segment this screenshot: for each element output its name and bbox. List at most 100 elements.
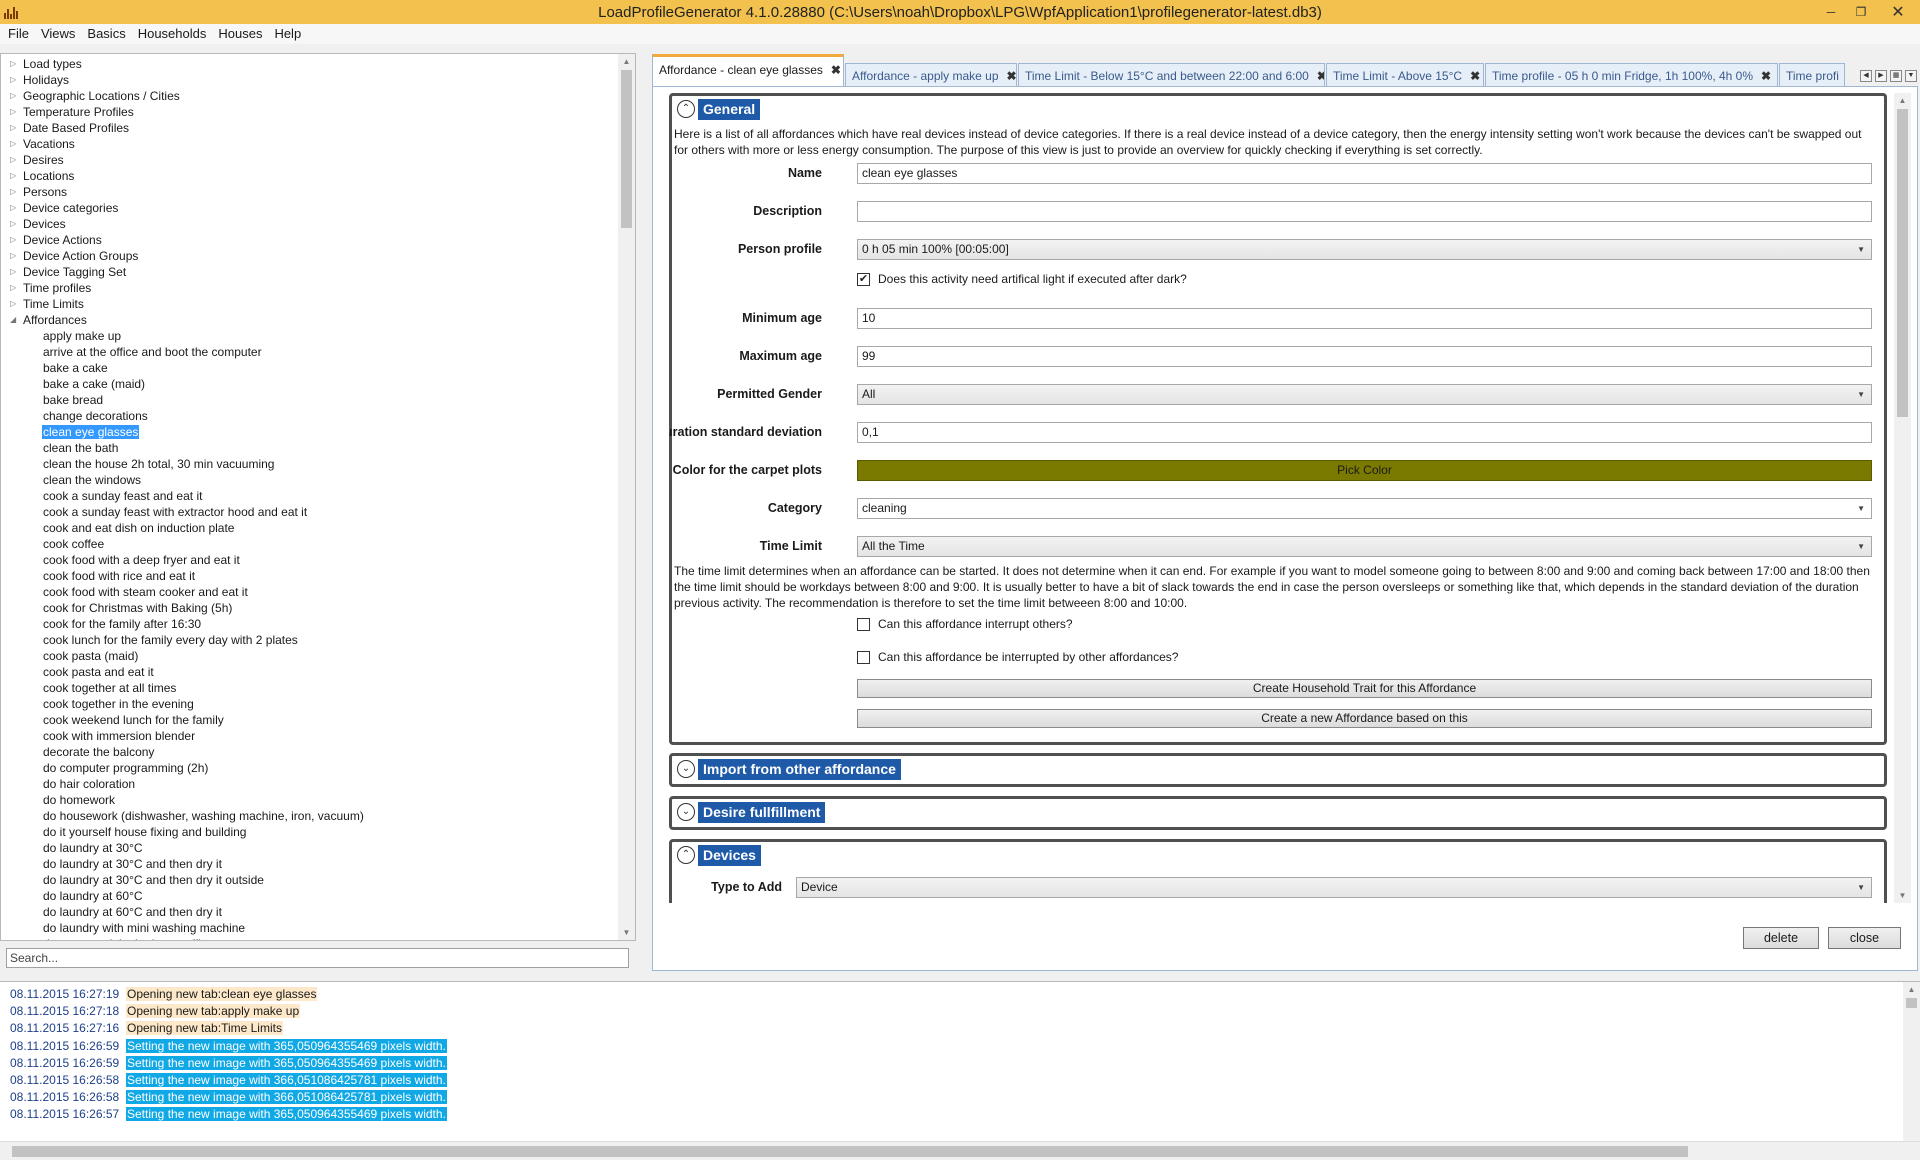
- tree-affordance-item[interactable]: cook a sunday feast with extractor hood …: [1, 504, 618, 520]
- interruptible-checkbox-row[interactable]: Can this affordance be interrupted by ot…: [857, 649, 1178, 665]
- menu-views[interactable]: Views: [35, 24, 81, 44]
- tree-affordance-item[interactable]: decorate the balcony: [1, 744, 618, 760]
- collapsed-arrow-icon[interactable]: ▷: [10, 216, 20, 232]
- tree-affordance-item[interactable]: cook food with a deep fryer and eat it: [1, 552, 618, 568]
- tab-affordance-apply-make-up[interactable]: Affordance - apply make up ✖: [845, 63, 1017, 87]
- tree-affordance-item[interactable]: do homework: [1, 792, 618, 808]
- tree-category[interactable]: ▷ Time profiles: [1, 280, 618, 296]
- interrupt-others-checkbox[interactable]: [857, 617, 870, 631]
- tab-affordance-clean-eye-glasses[interactable]: Affordance - clean eye glasses ✖: [652, 54, 844, 87]
- tree-category[interactable]: ▷ Device categories: [1, 200, 618, 216]
- tree-affordance-item[interactable]: clean eye glasses: [1, 424, 618, 440]
- restore-icon[interactable]: ❐: [1846, 0, 1876, 24]
- tree-scrollbar[interactable]: ▲ ▼: [618, 54, 635, 940]
- interrupt-others-checkbox-row[interactable]: Can this affordance interrupt others?: [857, 616, 1073, 632]
- close-tab-icon[interactable]: ✖: [1761, 69, 1771, 83]
- tree-affordance-item[interactable]: cook a sunday feast and eat it: [1, 488, 618, 504]
- collapsed-arrow-icon[interactable]: ▷: [10, 264, 20, 280]
- log-scrollbar[interactable]: ▲: [1903, 982, 1920, 1141]
- collapsed-arrow-icon[interactable]: ▷: [10, 248, 20, 264]
- scroll-down-icon[interactable]: ▼: [618, 925, 635, 940]
- collapsed-arrow-icon[interactable]: ▷: [10, 72, 20, 88]
- tree-affordance-item[interactable]: cook coffee: [1, 536, 618, 552]
- type-to-add-select[interactable]: Device ▼: [796, 877, 1872, 898]
- tree-affordance-item[interactable]: clean the windows: [1, 472, 618, 488]
- maximum-age-input[interactable]: 99: [857, 346, 1872, 367]
- tree-affordance-item[interactable]: do laundry with mini washing machine: [1, 920, 618, 936]
- tab-list-icon[interactable]: ▦: [1890, 70, 1902, 82]
- expanded-arrow-icon[interactable]: ◢: [10, 312, 20, 328]
- tree-category[interactable]: ▷ Vacations: [1, 136, 618, 152]
- menu-basics[interactable]: Basics: [81, 24, 131, 44]
- tab-scroll-right-icon[interactable]: ▶: [1875, 70, 1887, 82]
- tree-scroll-thumb[interactable]: [621, 70, 632, 228]
- category-select[interactable]: cleaning ▼: [857, 498, 1872, 519]
- artificial-light-checkbox-row[interactable]: ✔ Does this activity need artifical ligh…: [857, 271, 1187, 287]
- scroll-down-icon[interactable]: ▼: [1894, 888, 1911, 903]
- tree-affordance-item[interactable]: apply make up: [1, 328, 618, 344]
- create-household-trait-button[interactable]: Create Household Trait for this Affordan…: [857, 679, 1872, 698]
- collapse-icon[interactable]: ⌃: [677, 846, 695, 864]
- expand-icon[interactable]: ⌄: [677, 803, 695, 821]
- tree-affordance-item[interactable]: do computer programming (2h): [1, 760, 618, 776]
- tree-affordance-item[interactable]: clean the bath: [1, 440, 618, 456]
- close-tab-icon[interactable]: ✖: [1007, 69, 1016, 83]
- expand-icon[interactable]: ⌄: [677, 760, 695, 778]
- tree-affordance-item[interactable]: do laundry at 60°C: [1, 888, 618, 904]
- pick-color-button[interactable]: Pick Color: [857, 460, 1872, 481]
- collapsed-arrow-icon[interactable]: ▷: [10, 104, 20, 120]
- description-input[interactable]: [857, 201, 1872, 222]
- tree-category[interactable]: ▷ Load types: [1, 56, 618, 72]
- menu-help[interactable]: Help: [268, 24, 307, 44]
- close-tab-icon[interactable]: ✖: [1470, 69, 1480, 83]
- tree-category[interactable]: ◢ Affordances: [1, 312, 618, 328]
- tree-category[interactable]: ▷ Device Action Groups: [1, 248, 618, 264]
- log-horizontal-scrollbar[interactable]: [0, 1141, 1920, 1160]
- collapsed-arrow-icon[interactable]: ▷: [10, 120, 20, 136]
- scroll-up-icon[interactable]: ▲: [1903, 982, 1920, 997]
- tree-affordance-item[interactable]: do paperwork in the home office: [1, 936, 618, 940]
- tree-category[interactable]: ▷ Device Tagging Set: [1, 264, 618, 280]
- close-tab-icon[interactable]: ✖: [831, 63, 841, 77]
- close-tab-icon[interactable]: ✖: [1317, 69, 1324, 83]
- tab-time-limit-above-15[interactable]: Time Limit - Above 15°C ✖: [1326, 63, 1484, 87]
- tree-affordance-item[interactable]: cook weekend lunch for the family: [1, 712, 618, 728]
- tree-category[interactable]: ▷ Temperature Profiles: [1, 104, 618, 120]
- menu-households[interactable]: Households: [132, 24, 213, 44]
- tree-affordance-item[interactable]: cook for Christmas with Baking (5h): [1, 600, 618, 616]
- tree-affordance-item[interactable]: cook and eat dish on induction plate: [1, 520, 618, 536]
- tree-affordance-item[interactable]: do laundry at 30°C and then dry it: [1, 856, 618, 872]
- tree-category[interactable]: ▷ Desires: [1, 152, 618, 168]
- tree-category[interactable]: ▷ Persons: [1, 184, 618, 200]
- permitted-gender-select[interactable]: All ▼: [857, 384, 1872, 405]
- tree-category[interactable]: ▷ Devices: [1, 216, 618, 232]
- tab-time-limit-below-15[interactable]: Time Limit - Below 15°C and between 22:0…: [1018, 63, 1325, 87]
- tab-menu-icon[interactable]: ▼: [1905, 70, 1917, 82]
- tree-affordance-item[interactable]: cook for the family after 16:30: [1, 616, 618, 632]
- tab-time-profile-fridge[interactable]: Time profile - 05 h 0 min Fridge, 1h 100…: [1485, 63, 1778, 87]
- duration-deviation-input[interactable]: 0,1: [857, 422, 1872, 443]
- minimize-icon[interactable]: ─: [1816, 0, 1846, 24]
- close-button[interactable]: close: [1828, 927, 1901, 949]
- scroll-up-icon[interactable]: ▲: [618, 54, 635, 69]
- menu-houses[interactable]: Houses: [212, 24, 268, 44]
- tree-affordance-item[interactable]: cook lunch for the family every day with…: [1, 632, 618, 648]
- collapsed-arrow-icon[interactable]: ▷: [10, 152, 20, 168]
- log-hscroll-thumb[interactable]: [12, 1146, 1688, 1157]
- tree-category[interactable]: ▷ Date Based Profiles: [1, 120, 618, 136]
- collapsed-arrow-icon[interactable]: ▷: [10, 136, 20, 152]
- person-profile-select[interactable]: 0 h 05 min 100% [00:05:00] ▼: [857, 239, 1872, 260]
- tree-category[interactable]: ▷ Device Actions: [1, 232, 618, 248]
- tree-affordance-item[interactable]: bake a cake (maid): [1, 376, 618, 392]
- tree-affordance-item[interactable]: cook pasta (maid): [1, 648, 618, 664]
- tree-category[interactable]: ▷ Time Limits: [1, 296, 618, 312]
- collapsed-arrow-icon[interactable]: ▷: [10, 168, 20, 184]
- log-scroll-thumb[interactable]: [1906, 998, 1917, 1008]
- editor-scroll-thumb[interactable]: [1897, 109, 1908, 417]
- tree-affordance-item[interactable]: bake bread: [1, 392, 618, 408]
- tree-affordance-item[interactable]: bake a cake: [1, 360, 618, 376]
- tree-affordance-item[interactable]: cook food with steam cooker and eat it: [1, 584, 618, 600]
- tree-affordance-item[interactable]: clean the house 2h total, 30 min vacuumi…: [1, 456, 618, 472]
- menu-file[interactable]: File: [2, 24, 35, 44]
- tree-affordance-item[interactable]: change decorations: [1, 408, 618, 424]
